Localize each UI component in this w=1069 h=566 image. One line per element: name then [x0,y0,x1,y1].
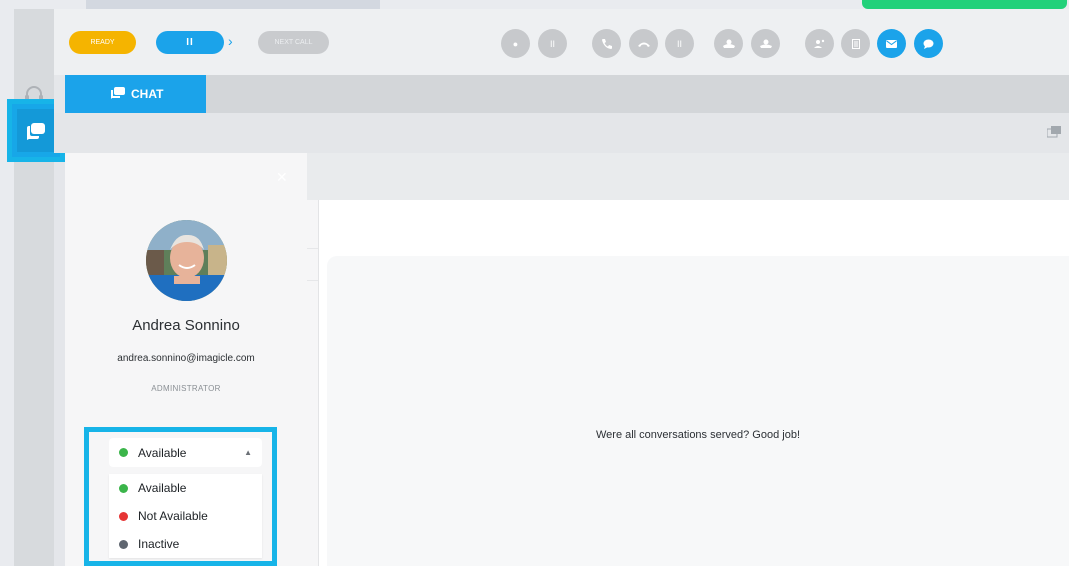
hold-icon[interactable]: II [538,29,567,58]
record-icon[interactable]: ● [501,29,530,58]
next-call-button[interactable]: NEXT CALL [258,31,329,54]
empty-state-message: Were all conversations served? Good job! [595,429,800,441]
transfer-icon[interactable] [714,29,743,58]
status-dot [119,539,128,549]
status-dropdown[interactable]: Available ▲ [109,438,262,467]
top-strip-segment [86,0,380,9]
user-email: andrea.sonnino@imagicle.com [117,353,255,364]
status-option-label: Available [138,481,187,495]
chat-bubble-icon [17,109,55,152]
status-option-label: Not Available [138,509,208,523]
tab-bar-edge [54,75,65,113]
divider [307,248,318,249]
status-option-not-available[interactable]: Not Available [109,502,262,530]
divider [307,280,318,281]
chat-subheader [54,113,1069,153]
window-icon[interactable] [1046,125,1061,143]
left-margin [0,9,14,566]
conversation-list [307,153,318,566]
ready-button[interactable]: READY [69,31,136,54]
status-dot [119,511,128,521]
chevron-right-icon[interactable]: › [228,33,233,49]
chat-icon[interactable] [914,29,943,58]
tab-chat[interactable]: CHAT [65,75,206,113]
top-strip [0,0,1069,9]
status-menu: Available Not Available Inactive [109,474,262,558]
call-toolbar: READY II › NEXT CALL ● II II [54,9,1069,75]
avatar [146,220,227,301]
contacts-icon[interactable] [805,29,834,58]
tab-bar: CHAT [54,75,1069,113]
conference-icon[interactable] [751,29,780,58]
close-icon[interactable]: ✕ [276,169,288,186]
status-dot [119,448,128,457]
conversation-list-header [307,153,318,200]
tab-chat-label: CHAT [131,87,164,101]
phone-icon[interactable] [592,29,621,58]
email-icon[interactable] [877,29,906,58]
app-root: READY II › NEXT CALL ● II II CHAT Were a… [0,0,1069,566]
status-selected-label: Available [138,445,187,460]
pause-button[interactable]: II [156,31,224,54]
conversation-card: Were all conversations served? Good job! [327,256,1069,566]
user-name: Andrea Sonnino [132,317,240,334]
caret-up-icon: ▲ [244,448,252,457]
conversation-header [307,153,1069,200]
notes-icon[interactable] [841,29,870,58]
divider [318,200,319,566]
status-option-available[interactable]: Available [109,474,262,502]
top-strip-green-segment [862,0,1067,9]
status-dot [119,483,128,493]
status-option-label: Inactive [138,537,180,551]
hang-up-icon[interactable] [629,29,658,58]
user-role: ADMINISTRATOR [151,384,221,393]
call-hold-icon[interactable]: II [665,29,694,58]
chat-bubble-icon [111,86,125,102]
status-option-inactive[interactable]: Inactive [109,530,262,558]
